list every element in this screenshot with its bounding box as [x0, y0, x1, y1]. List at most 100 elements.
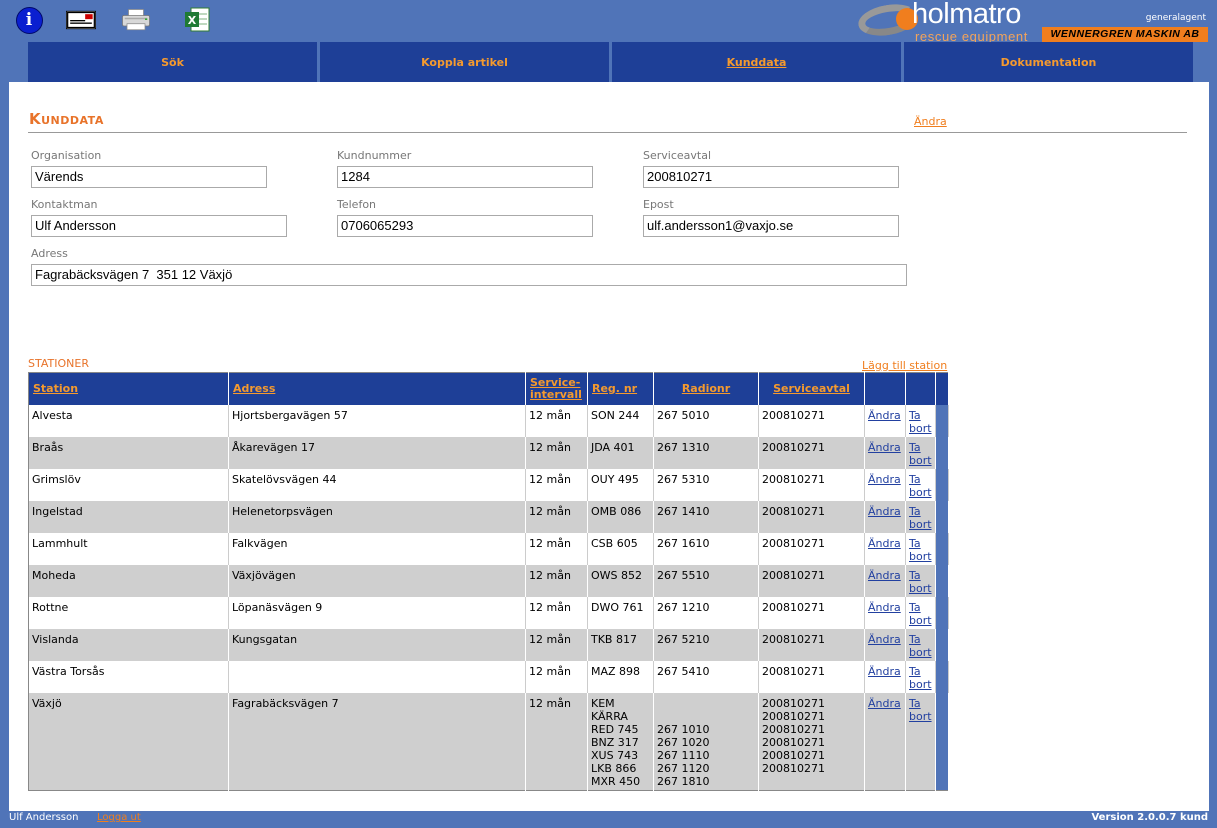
intervall-cell: 12 mån: [525, 628, 588, 661]
table-row: Växjö Fagrabäcksvägen 7 12 mån KEM KÄRRA RED …: [28, 692, 949, 791]
scrollbar-track[interactable]: [935, 628, 949, 661]
logout-link[interactable]: Logga ut: [97, 812, 141, 823]
edit-station-link[interactable]: Ändra: [868, 569, 901, 582]
delete-station-link[interactable]: Ta bort: [909, 601, 932, 627]
dealer-banner: WENNERGREN MASKIN AB: [1042, 27, 1208, 42]
scrollbar-track[interactable]: [935, 564, 949, 597]
col-regnr[interactable]: Reg. nr: [587, 372, 654, 405]
organisation-label: Organisation: [31, 149, 102, 162]
station-cell: Alvesta: [28, 404, 229, 437]
avtal-cell: 200810271 200810271 200810271 200810271 2008…: [758, 692, 865, 791]
delete-cell: Ta bort: [905, 660, 936, 693]
delete-cell: Ta bort: [905, 532, 936, 565]
table-header: Station Adress Service-intervall Reg. nr…: [28, 372, 949, 405]
table-row: Rottne Löpanäsvägen 9 12 mån DWO 761 267 121…: [28, 596, 949, 629]
printer-icon[interactable]: [121, 6, 151, 34]
add-station-link[interactable]: Lägg till station: [862, 359, 947, 372]
regnr-line: BNZ 317: [591, 735, 639, 749]
table-row: Lammhult Falkvägen 12 mån CSB 605 267 1610 20…: [28, 532, 949, 565]
delete-station-link[interactable]: Ta bort: [909, 633, 932, 659]
serviceavtal-field[interactable]: 200810271: [643, 166, 899, 188]
regnr-cell: OUY 495: [587, 468, 654, 501]
tab-sok[interactable]: Sök: [28, 42, 317, 82]
avtal-line: 200810271: [762, 722, 825, 736]
scrollbar-track[interactable]: [935, 660, 949, 693]
serviceavtal-cell: 200810271: [758, 404, 865, 437]
edit-station-link[interactable]: Ändra: [868, 537, 901, 550]
regnr-cell: SON 244: [587, 404, 654, 437]
col-station[interactable]: Station: [28, 372, 229, 405]
scrollbar-track[interactable]: [935, 596, 949, 629]
edit-station-link[interactable]: Ändra: [868, 409, 901, 422]
scrollbar-track[interactable]: [935, 468, 949, 501]
edit-station-link[interactable]: Ändra: [868, 505, 901, 518]
radionr-line: 267 1110: [657, 748, 710, 762]
excel-icon[interactable]: X: [182, 6, 212, 34]
delete-station-link[interactable]: Ta bort: [909, 697, 932, 723]
radionr-cell: 267 1610: [653, 532, 759, 565]
edit-station-link[interactable]: Ändra: [868, 601, 901, 614]
edit-station-link[interactable]: Ändra: [868, 633, 901, 646]
adress-cell: Fagrabäcksvägen 7: [228, 692, 526, 791]
serviceavtal-cell: 200810271: [758, 660, 865, 693]
col-serviceintervall[interactable]: Service-intervall: [525, 372, 588, 405]
edit-cell: Ändra: [864, 468, 906, 501]
regnr-cell: OMB 086: [587, 500, 654, 533]
station-cell: Växjö: [28, 692, 229, 791]
organisation-field[interactable]: Värends: [31, 166, 267, 188]
intervall-cell: 12 mån: [525, 532, 588, 565]
kundnummer-field[interactable]: 1284: [337, 166, 593, 188]
col-serviceavtal[interactable]: Serviceavtal: [758, 372, 865, 405]
tab-kunddata[interactable]: Kunddata: [612, 42, 901, 82]
delete-station-link[interactable]: Ta bort: [909, 665, 932, 691]
intervall-cell: 12 mån: [525, 660, 588, 693]
station-cell: Braås: [28, 436, 229, 469]
edit-customer-link[interactable]: Ändra: [914, 115, 947, 128]
main-content: Kunddata Ändra Organisation Värends Kund…: [9, 82, 1209, 811]
station-cell: Rottne: [28, 596, 229, 629]
edit-cell: Ändra: [864, 436, 906, 469]
kontaktman-field[interactable]: Ulf Andersson: [31, 215, 287, 237]
adress-cell: Växjövägen: [228, 564, 526, 597]
scrollbar-track[interactable]: [935, 500, 949, 533]
telefon-field[interactable]: 0706065293: [337, 215, 593, 237]
adress-cell: [228, 660, 526, 693]
delete-station-link[interactable]: Ta bort: [909, 537, 932, 563]
serviceavtal-cell: 200810271: [758, 564, 865, 597]
delete-station-link[interactable]: Ta bort: [909, 569, 932, 595]
scrollbar-track[interactable]: [935, 404, 949, 437]
radionr-line: 267 1020: [657, 735, 710, 749]
serviceavtal-cell: 200810271: [758, 500, 865, 533]
epost-label: Epost: [643, 198, 674, 211]
tab-koppla-artikel[interactable]: Koppla artikel: [320, 42, 609, 82]
scrollbar-track[interactable]: [935, 436, 949, 469]
document-icon[interactable]: [66, 6, 96, 34]
tab-dokumentation[interactable]: Dokumentation: [904, 42, 1193, 82]
edit-station-link[interactable]: Ändra: [868, 697, 901, 710]
regnr-cell: DWO 761: [587, 596, 654, 629]
edit-station-link[interactable]: Ändra: [868, 665, 901, 678]
radionr-line: [657, 710, 755, 723]
scrollbar-track[interactable]: [935, 692, 949, 791]
info-icon[interactable]: i: [14, 6, 44, 34]
delete-station-link[interactable]: Ta bort: [909, 409, 932, 435]
delete-station-link[interactable]: Ta bort: [909, 473, 932, 499]
edit-station-link[interactable]: Ändra: [868, 473, 901, 486]
radionr-cell: 267 1410: [653, 500, 759, 533]
epost-field[interactable]: ulf.andersson1@vaxjo.se: [643, 215, 899, 237]
edit-cell: Ändra: [864, 692, 906, 791]
adress-cell: Löpanäsvägen 9: [228, 596, 526, 629]
adress-field[interactable]: Fagrabäcksvägen 7 351 12 Växjö: [31, 264, 907, 286]
delete-station-link[interactable]: Ta bort: [909, 441, 932, 467]
station-cell: Grimslöv: [28, 468, 229, 501]
delete-station-link[interactable]: Ta bort: [909, 505, 932, 531]
edit-station-link[interactable]: Ändra: [868, 441, 901, 454]
col-radionr[interactable]: Radionr: [653, 372, 759, 405]
delete-cell: Ta bort: [905, 468, 936, 501]
intervall-cell: 12 mån: [525, 404, 588, 437]
col-adress[interactable]: Adress: [228, 372, 526, 405]
scrollbar-track[interactable]: [935, 532, 949, 565]
delete-cell: Ta bort: [905, 596, 936, 629]
edit-cell: Ändra: [864, 660, 906, 693]
adress-cell: Skatelövsvägen 44: [228, 468, 526, 501]
